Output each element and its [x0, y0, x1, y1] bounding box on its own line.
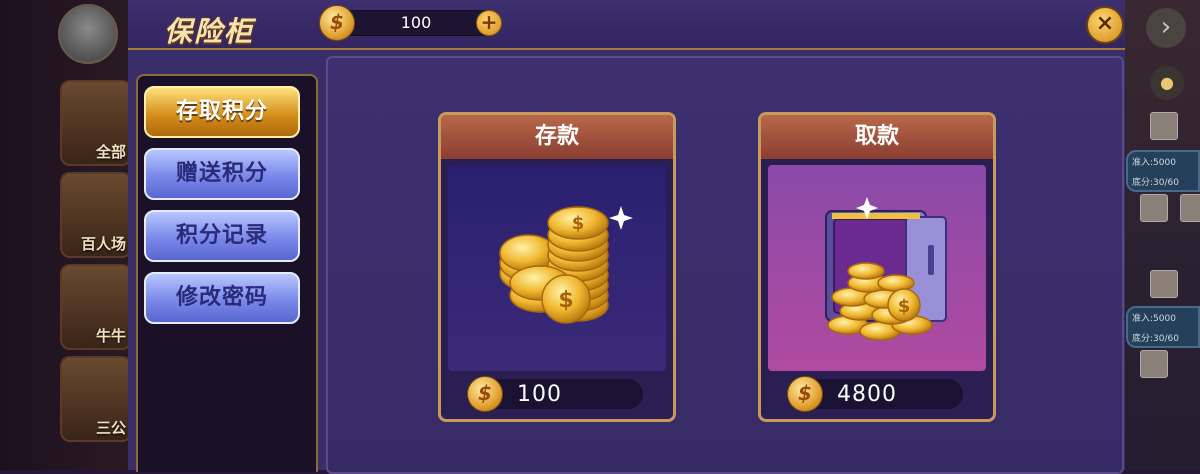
withdraw-card[interactable]: 取款 $ $ 4800 [758, 112, 996, 422]
table-entry-text: 底分:30/60 [1132, 178, 1179, 188]
sidebar-item-deposit-withdraw[interactable]: 存取积分 [144, 86, 300, 138]
svg-text:$: $ [898, 296, 911, 317]
game-tile-label: 三公 [95, 419, 126, 437]
game-tile-niuniu: 牛牛 [60, 264, 132, 350]
dialog-title: 保险柜 [164, 15, 255, 48]
deposit-amount-value: 100 [517, 382, 562, 407]
deposit-amount-field: $ 100 [467, 376, 643, 412]
close-icon: × [1095, 11, 1115, 36]
table-info: 底分:30/60 [1126, 328, 1200, 348]
sidebar-item-change-password[interactable]: 修改密码 [144, 272, 300, 324]
dialog-header: 保险柜 $ 100 + × [128, 0, 1125, 50]
seat-avatar [1150, 112, 1178, 140]
game-tile-sangong: 三公 [60, 356, 132, 442]
game-tile-all: 全部 [60, 80, 132, 166]
balance-value: 100 [400, 13, 432, 32]
coin-icon: $ [787, 376, 823, 412]
sidebar-item-points-record[interactable]: 积分记录 [144, 210, 300, 262]
table-entry-text: 底分:30/60 [1132, 334, 1179, 344]
table-entry-text: 准入:5000 [1132, 314, 1176, 324]
seat-avatar [1150, 270, 1178, 298]
add-points-button[interactable]: + [476, 10, 502, 36]
balance-display: $ 100 [319, 5, 498, 41]
svg-text:$: $ [558, 288, 573, 313]
seat-avatar [1180, 194, 1200, 222]
game-tile-label: 百人场 [80, 235, 126, 253]
safe-image: $ [768, 165, 986, 371]
close-button[interactable]: × [1086, 6, 1124, 44]
svg-text:$: $ [572, 213, 585, 234]
game-tile-hundred: 百人场 [60, 172, 132, 258]
coin-stack-image: $ $ [448, 165, 666, 371]
seat-avatar [1140, 194, 1168, 222]
safe-box-dialog: 保险柜 $ 100 + × 存取积分 赠送积分 积分记录 修改密码 存款 $ $… [128, 0, 1125, 474]
card-title: 存款 [441, 115, 673, 159]
game-tile-label: 全部 [95, 143, 126, 161]
deposit-card[interactable]: 存款 $ $ $ 100 [438, 112, 676, 422]
avatar [58, 4, 118, 64]
seat-avatar [1140, 350, 1168, 378]
content-panel: 存款 $ $ $ 100 取款 $ $ 4800 [326, 56, 1124, 474]
table-info: 底分:30/60 [1126, 172, 1200, 192]
card-title: 取款 [761, 115, 993, 159]
chevron-right-icon: › [1146, 8, 1186, 48]
game-tile-label: 牛牛 [95, 327, 126, 345]
plus-icon: + [480, 10, 498, 34]
table-entry-text: 准入:5000 [1132, 158, 1176, 168]
withdraw-amount-field: $ 4800 [787, 376, 963, 412]
sidebar-item-gift-points[interactable]: 赠送积分 [144, 148, 300, 200]
chat-icon: ● [1150, 66, 1184, 100]
coin-icon: $ [467, 376, 503, 412]
withdraw-amount-value: 4800 [837, 382, 897, 407]
sidebar: 存取积分 赠送积分 积分记录 修改密码 [136, 74, 318, 472]
